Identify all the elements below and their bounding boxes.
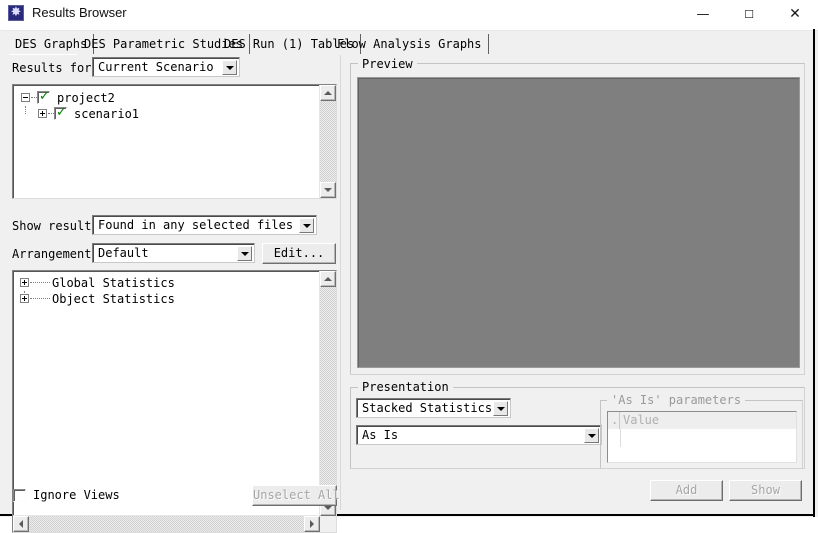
results-browser-window: ✸ Results Browser — ☐ ✕ DES Graphs DES P… [0, 0, 818, 533]
arrangement-label: Arrangement: [12, 247, 99, 261]
statistics-tree-vscrollbar[interactable] [319, 271, 336, 516]
tree-connector [30, 298, 50, 300]
ignore-views-checkbox[interactable] [13, 489, 26, 502]
expand-expander-icon[interactable] [20, 294, 29, 303]
arrangement-value: Default [98, 246, 149, 260]
checkbox-project2[interactable]: ✓ [37, 89, 50, 104]
collapse-expander-icon[interactable] [21, 93, 30, 102]
presentation-type-value: Stacked Statistics [362, 401, 493, 415]
scroll-left-button[interactable] [13, 516, 29, 532]
table-header-value: Value [623, 413, 660, 427]
right-panel: Preview Presentation Stacked Statistics … [345, 55, 812, 510]
table-header-index: . [608, 412, 620, 429]
tree-node-label: scenario1 [74, 107, 140, 121]
window-left-edge [0, 29, 1, 517]
tab-flow-analysis-graphs[interactable]: Flow Analysis Graphs [331, 34, 489, 54]
minimize-icon: — [696, 7, 710, 22]
as-is-parameters-group-title: 'As Is' parameters [607, 393, 746, 407]
window-title: Results Browser [32, 5, 127, 20]
scroll-up-button[interactable] [320, 85, 336, 101]
tree-connector-vertical [25, 106, 27, 114]
tree-node-label: project2 [57, 91, 115, 105]
show-results-value: Found in any selected files [98, 218, 294, 232]
table-cell-divider [620, 429, 621, 447]
preview-canvas[interactable] [357, 77, 800, 368]
scroll-up-button[interactable] [320, 271, 336, 287]
title-bar: ✸ Results Browser — ☐ ✕ [0, 0, 818, 31]
show-results-combo[interactable]: Found in any selected files [92, 215, 317, 235]
chevron-down-icon [324, 188, 332, 192]
table-row[interactable] [608, 429, 796, 448]
close-icon: ✕ [789, 6, 801, 22]
left-panel: Results for: Current Scenario ✓ project2 [3, 55, 340, 533]
chevron-up-icon [324, 91, 332, 95]
chevron-right-icon [310, 520, 314, 528]
tree-node-label: Global Statistics [52, 276, 175, 290]
chevron-down-icon[interactable] [237, 246, 252, 261]
expand-expander-icon[interactable] [20, 278, 29, 287]
add-button[interactable]: Add [650, 480, 723, 501]
scroll-right-button[interactable] [304, 516, 320, 532]
app-star-icon: ✸ [8, 5, 24, 21]
table-header-row: . Value [608, 412, 796, 430]
unselect-all-button[interactable]: Unselect All [252, 485, 340, 506]
chevron-down-icon[interactable] [222, 60, 237, 75]
preview-group-title: Preview [358, 57, 417, 71]
checkbox-scenario1[interactable]: ✓ [54, 105, 67, 120]
minimize-button[interactable]: — [680, 0, 726, 29]
window-right-edge [813, 29, 815, 517]
chevron-up-icon [324, 277, 332, 281]
scroll-down-button[interactable] [320, 182, 336, 198]
tree-connector [30, 282, 50, 284]
presentation-group-title: Presentation [358, 380, 453, 394]
table-row[interactable] [608, 447, 796, 462]
scenario-tree[interactable]: ✓ project2 ✓ scenario1 [12, 84, 337, 199]
maximize-icon: ☐ [744, 8, 754, 21]
presentation-mode-value: As Is [362, 428, 399, 442]
chevron-down-icon [324, 506, 332, 510]
tree-node-label: Object Statistics [52, 292, 175, 306]
maximize-button[interactable]: ☐ [726, 0, 772, 29]
show-button[interactable]: Show [729, 480, 802, 501]
chevron-down-icon[interactable] [493, 401, 508, 416]
arrangement-combo[interactable]: Default [92, 243, 255, 263]
close-button[interactable]: ✕ [772, 0, 818, 29]
results-for-combo[interactable]: Current Scenario [92, 57, 240, 77]
as-is-parameters-table[interactable]: . Value [607, 411, 797, 463]
edit-arrangement-button[interactable]: Edit... [262, 243, 336, 264]
expand-expander-icon[interactable] [38, 109, 47, 118]
tab-strip: DES Graphs DES Parametric Studies DES Ru… [0, 33, 818, 55]
ignore-views-label[interactable]: Ignore Views [33, 488, 120, 502]
check-icon: ✓ [39, 89, 50, 104]
results-for-value: Current Scenario [98, 60, 214, 74]
presentation-type-combo[interactable]: Stacked Statistics [356, 398, 511, 418]
presentation-mode-combo[interactable]: As Is [356, 425, 602, 445]
chevron-down-icon[interactable] [299, 218, 314, 233]
statistics-tree-hscrollbar[interactable] [13, 515, 320, 532]
chevron-down-icon[interactable] [584, 428, 599, 443]
chevron-left-icon [19, 520, 23, 528]
scrollbar-corner [320, 516, 336, 532]
results-for-label: Results for: [12, 61, 99, 75]
check-icon: ✓ [56, 105, 67, 120]
